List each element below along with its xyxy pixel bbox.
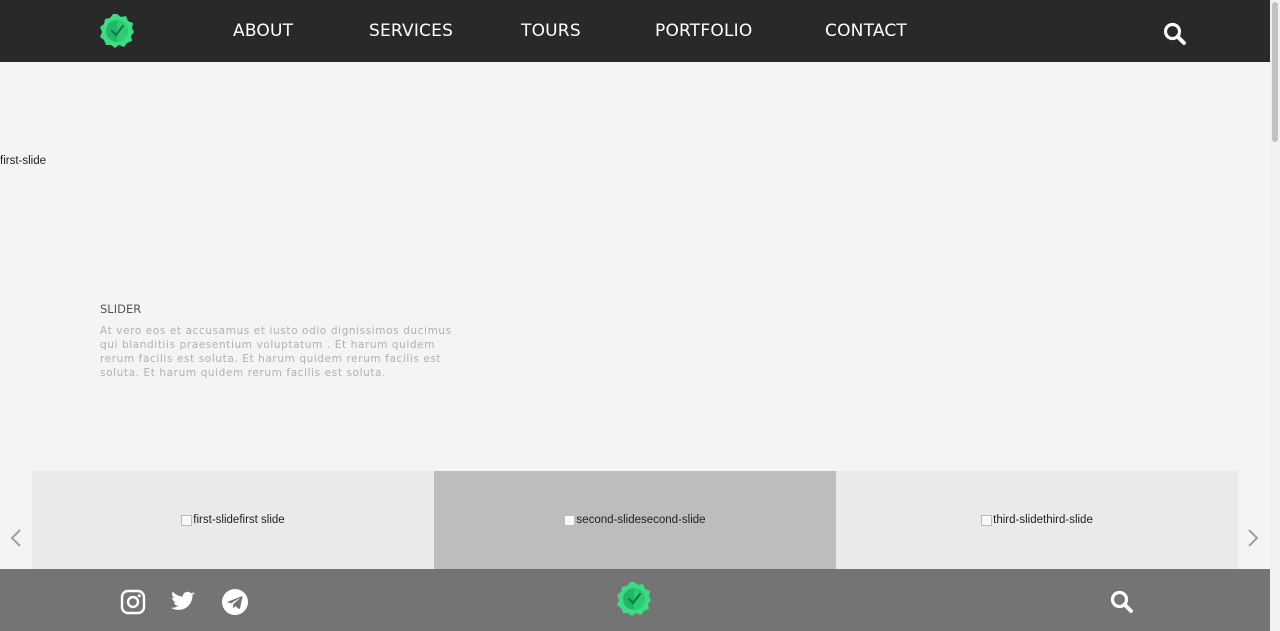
thumbnail-alt: second-slide <box>576 514 641 526</box>
hero-image: first-slide <box>0 155 46 167</box>
broken-image-icon <box>181 514 193 526</box>
footer-logo-icon[interactable] <box>616 581 652 617</box>
nav-services[interactable]: SERVICES <box>369 21 453 41</box>
vertical-scrollbar[interactable] <box>1270 0 1280 631</box>
slider-text: At vero eos et accusamus et iusto odio d… <box>100 325 452 379</box>
logo-icon[interactable] <box>99 13 135 49</box>
thumbnail-second-slide[interactable]: second-slide second-slide <box>434 471 836 569</box>
nav-tours[interactable]: TOURS <box>521 21 581 41</box>
broken-image-icon <box>564 514 576 526</box>
telegram-icon[interactable] <box>222 589 248 615</box>
scrollbar-thumb[interactable] <box>1272 2 1278 142</box>
nav-contact[interactable]: CONTACT <box>825 21 907 41</box>
thumbnail-caption: third-slide <box>1043 514 1093 526</box>
hero-image-alt: first-slide <box>0 155 47 167</box>
site-header: ABOUT SERVICES TOURS PORTFOLIO CONTACT <box>0 0 1270 62</box>
broken-image-icon <box>981 514 993 526</box>
thumbnail-third-slide[interactable]: third-slide third-slide <box>836 471 1238 569</box>
search-icon[interactable] <box>1109 589 1135 615</box>
search-icon[interactable] <box>1162 21 1188 47</box>
thumbnail-caption: first slide <box>239 514 285 526</box>
twitter-icon[interactable] <box>170 589 196 615</box>
slider-title: SLIDER <box>100 302 142 316</box>
thumbnail-caption: second-slide <box>641 514 706 526</box>
nav-about[interactable]: ABOUT <box>233 21 293 41</box>
chevron-left-icon[interactable] <box>9 527 23 549</box>
nav-portfolio[interactable]: PORTFOLIO <box>655 21 752 41</box>
instagram-icon[interactable] <box>120 589 146 615</box>
thumbnail-first-slide[interactable]: first-slide first slide <box>32 471 434 569</box>
chevron-right-icon[interactable] <box>1246 527 1260 549</box>
thumbnail-alt: first-slide <box>193 514 240 526</box>
thumbnail-alt: third-slide <box>993 514 1043 526</box>
site-footer <box>0 569 1270 631</box>
